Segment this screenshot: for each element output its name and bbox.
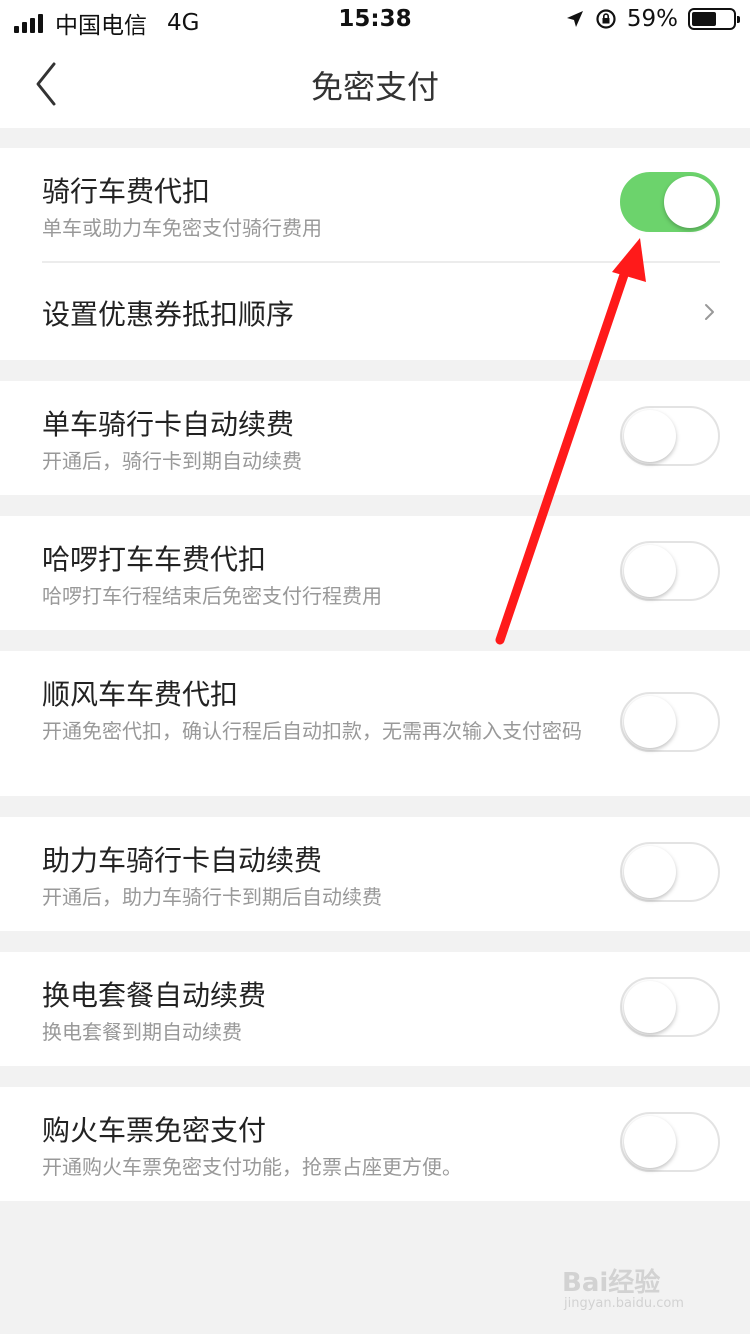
settings-section-bike: 骑行车费代扣 单车或助力车免密支付骑行费用 设置优惠券抵扣顺序 [0,148,750,360]
setting-row-bike-fee: 骑行车费代扣 单车或助力车免密支付骑行费用 [0,148,750,262]
battery-icon [688,8,740,30]
setting-row-train-ticket-pay: 购火车票免密支付 开通购火车票免密支付功能，抢票占座更方便。 [0,1087,750,1201]
setting-subtitle: 开通免密代扣，确认行程后自动扣款，无需再次输入支付密码 [42,719,582,743]
setting-subtitle: 开通购火车票免密支付功能，抢票占座更方便。 [42,1155,462,1179]
setting-row-coupon-order[interactable]: 设置优惠券抵扣顺序 [0,263,750,360]
setting-row-battery-swap-renew: 换电套餐自动续费 换电套餐到期自动续费 [0,952,750,1066]
battery-level-fill [692,12,716,26]
setting-subtitle: 哈啰打车行程结束后免密支付行程费用 [42,584,382,608]
toggle-knob [624,696,676,748]
chevron-right-icon [705,304,714,320]
setting-title: 换电套餐自动续费 [42,979,267,1012]
toggle-knob [624,410,676,462]
status-bar: 中国电信 4G 15:38 59% [0,0,750,40]
battery-percent: 59% [626,6,678,32]
toggle-knob [624,1116,676,1168]
location-arrow-icon [566,11,583,27]
bike-fee-toggle[interactable] [620,172,720,232]
nav-bar: 免密支付 [0,40,750,128]
setting-row-ebike-card-renew: 助力车骑行卡自动续费 开通后，助力车骑行卡到期后自动续费 [0,817,750,931]
watermark-logo: Bai经验 [562,1268,661,1298]
setting-title: 设置优惠券抵扣顺序 [42,298,295,331]
setting-subtitle: 开通后，助力车骑行卡到期后自动续费 [42,885,382,909]
ebike-card-renew-toggle[interactable] [620,842,720,902]
setting-title: 助力车骑行卡自动续费 [42,844,323,877]
setting-row-taxi-fee: 哈啰打车车费代扣 哈啰打车行程结束后免密支付行程费用 [0,516,750,630]
setting-title: 单车骑行卡自动续费 [42,408,295,441]
train-ticket-pay-toggle[interactable] [620,1112,720,1172]
status-right: 59% [565,6,740,32]
setting-title: 哈啰打车车费代扣 [42,543,267,576]
baidu-jingyan-watermark: Bai经验 jingyan.baidu.com [562,1256,712,1316]
watermark-url: jingyan.baidu.com [564,1296,684,1311]
bike-card-renew-toggle[interactable] [620,406,720,466]
setting-title: 骑行车费代扣 [42,175,211,208]
toggle-knob [624,846,676,898]
toggle-knob [624,545,676,597]
setting-row-carpool-fee: 顺风车车费代扣 开通免密代扣，确认行程后自动扣款，无需再次输入支付密码 [0,651,750,796]
page-title: 免密支付 [310,68,439,106]
setting-subtitle: 开通后，骑行卡到期自动续费 [42,449,302,473]
setting-title: 顺风车车费代扣 [42,678,239,711]
orientation-lock-icon [596,9,616,29]
setting-subtitle: 单车或助力车免密支付骑行费用 [42,216,322,240]
toggle-knob [624,981,676,1033]
battery-swap-renew-toggle[interactable] [620,977,720,1037]
setting-title: 购火车票免密支付 [42,1114,267,1147]
toggle-knob [664,176,716,228]
carpool-fee-toggle[interactable] [620,692,720,752]
setting-row-bike-card-renew: 单车骑行卡自动续费 开通后，骑行卡到期自动续费 [0,381,750,495]
taxi-fee-toggle[interactable] [620,541,720,601]
setting-subtitle: 换电套餐到期自动续费 [42,1020,242,1044]
